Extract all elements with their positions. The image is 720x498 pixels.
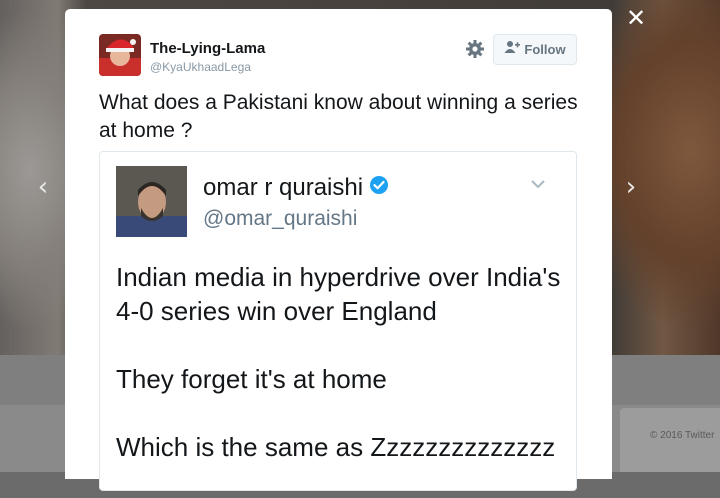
author-handle[interactable]: @KyaUkhaadLega [150,60,251,74]
quoted-avatar[interactable] [116,166,187,237]
avatar[interactable] [99,34,141,76]
quoted-tweet[interactable]: omar r quraishi @omar_quraishi Indian me… [99,151,577,491]
previous-arrow-icon[interactable]: ‹ [33,172,53,202]
quoted-paragraph: They forget it's at home [116,364,387,394]
follow-button[interactable]: Follow [493,34,577,65]
gear-icon[interactable] [464,38,486,60]
quoted-author-name: omar r quraishi [203,174,364,201]
close-icon[interactable]: ✕ [622,4,650,32]
quoted-author-name-row[interactable]: omar r quraishi [203,174,389,202]
quoted-author-handle[interactable]: @omar_quraishi [203,207,357,231]
quoted-tweet-text: Indian media in hyperdrive over India's … [116,260,566,498]
tweet-modal: The-Lying-Lama @KyaUkhaadLega Follow Wha… [65,9,612,491]
add-user-icon [504,40,521,59]
follow-label: Follow [524,42,566,57]
author-name[interactable]: The-Lying-Lama [150,40,265,57]
next-arrow-icon[interactable]: › [621,172,641,202]
quoted-paragraph: Indian media in hyperdrive over India's … [116,262,561,326]
tweet-text: What does a Pakistani know about winning… [99,91,578,142]
verified-badge-icon [369,174,389,202]
chevron-down-icon[interactable] [528,174,548,194]
copyright-text: © 2016 Twitter [650,430,715,441]
quoted-paragraph: Which is the same as Zzzzzzzzzzzzzz [116,432,556,462]
